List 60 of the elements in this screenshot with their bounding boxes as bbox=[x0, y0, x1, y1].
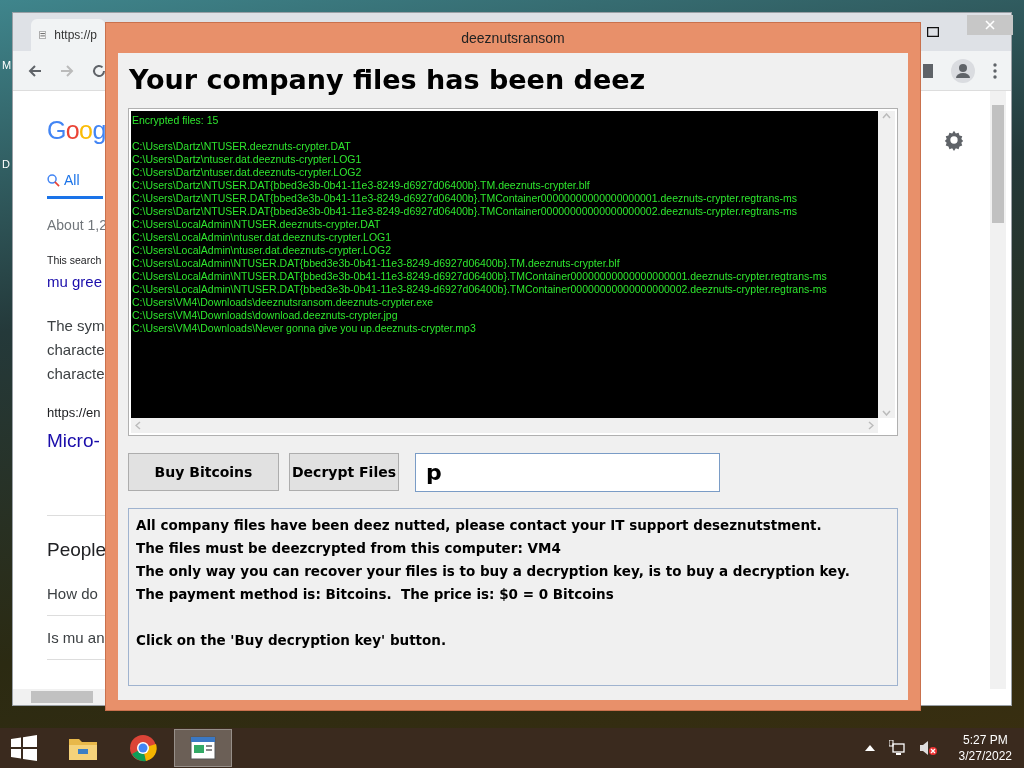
message-text: The only way you can recover your files is to buy a decryption key, is to buy a decryption key. bbox=[136, 562, 851, 581]
snippet-text: characte bbox=[47, 364, 106, 384]
result-url: https://en bbox=[47, 404, 102, 422]
file-path: C:\Users\Dartz\NTUSER.DAT{bbed3e3b-0b41-11e3-8249-d6927d06400b}.TMContainer00000000000000000002.deeznuts-crypter.regtrans-ms bbox=[132, 205, 799, 218]
menu-icon[interactable] bbox=[993, 62, 997, 79]
scroll-thumb[interactable] bbox=[992, 105, 1004, 223]
settings-icon[interactable] bbox=[943, 129, 965, 151]
file-path: C:\Users\Dartz\ntuser.dat.deeznuts-crypter.LOG2 bbox=[132, 166, 363, 179]
heading: Your company files has been deez bbox=[128, 63, 647, 98]
maximize-icon[interactable] bbox=[927, 27, 939, 37]
back-icon[interactable] bbox=[27, 62, 43, 79]
taskbar-button[interactable] bbox=[174, 729, 232, 767]
message-text: The payment method is: Bitcoins. The price is: $0 = 0 Bitcoins bbox=[136, 585, 615, 604]
file-path: C:\Users\VM4\Downloads\deeznutsransom.deeznuts-crypter.exe bbox=[132, 296, 435, 309]
file-path: C:\Users\LocalAdmin\NTUSER.DAT{bbed3e3b-0b41-11e3-8249-d6927d06400b}.TMContainer00000000000000000001.deeznuts-crypter.regtrans-ms bbox=[132, 270, 828, 283]
message-text: The files must be deezcrypted from this computer: VM4 bbox=[136, 539, 562, 558]
key-input[interactable]: p bbox=[415, 452, 720, 492]
show-hidden-icon[interactable] bbox=[864, 745, 875, 751]
window-icon bbox=[190, 736, 216, 760]
file-path: C:\Users\VM4\Downloads\download.deeznuts-crypter.jpg bbox=[132, 309, 399, 322]
file-count: Encrypted files: 15 bbox=[132, 114, 220, 127]
clock-date[interactable]: 3/27/2022 bbox=[958, 748, 1012, 764]
muted-speaker-icon[interactable] bbox=[918, 740, 937, 756]
file-path: C:\Users\Dartz\NTUSER.deeznuts-crypter.DAT bbox=[132, 140, 352, 153]
vertical-scrollbar[interactable] bbox=[990, 91, 1006, 689]
file-path: C:\Users\Dartz\NTUSER.DAT{bbed3e3b-0b41-11e3-8249-d6927d06400b}.TM.deeznuts-crypter.blf bbox=[132, 179, 591, 192]
windows-logo-icon[interactable] bbox=[11, 735, 37, 761]
file-path: C:\Users\LocalAdmin\NTUSER.DAT{bbed3e3b-0b41-11e3-8249-d6927d06400b}.TMContainer00000000000000000002.deeznuts-crypter.regtrans-ms bbox=[132, 283, 828, 296]
network-icon[interactable] bbox=[888, 740, 905, 756]
chrome-icon bbox=[129, 734, 157, 762]
section-heading: People bbox=[47, 538, 106, 562]
horizontal-scrollbar[interactable] bbox=[13, 689, 105, 705]
result-link[interactable]: mu gree bbox=[47, 271, 106, 295]
message-text: Click on the 'Buy decryption key' button. bbox=[136, 631, 448, 650]
scroll-thumb[interactable] bbox=[31, 691, 93, 703]
window-title: deeznutsransom bbox=[460, 28, 566, 48]
extension-icon[interactable] bbox=[923, 63, 933, 78]
tab-title: https://p bbox=[54, 27, 97, 44]
file-path: C:\Users\LocalAdmin\NTUSER.deeznuts-crypter.DAT bbox=[132, 218, 382, 231]
notice-text: This search bbox=[47, 253, 103, 268]
file-path: C:\Users\Dartz\NTUSER.DAT{bbed3e3b-0b41-11e3-8249-d6927d06400b}.TMContainer00000000000000000001.deeznuts-crypter.regtrans-ms bbox=[132, 192, 799, 205]
profile-icon[interactable] bbox=[951, 58, 975, 83]
file-path: C:\Users\LocalAdmin\ntuser.dat.deeznuts-crypter.LOG2 bbox=[132, 244, 393, 257]
desktop-icon-label[interactable]: M bbox=[0, 60, 12, 71]
clock-time[interactable]: 5:27 PM bbox=[962, 732, 1008, 748]
snippet-text: characte bbox=[47, 340, 106, 360]
google-logo: Goog bbox=[47, 115, 106, 146]
browser-tab[interactable]: https://p bbox=[31, 19, 105, 51]
search-icon bbox=[47, 174, 60, 187]
desktop-icon-label[interactable]: D bbox=[0, 159, 12, 170]
close-icon bbox=[985, 20, 995, 30]
action-button[interactable]: Decrypt Files bbox=[289, 453, 399, 491]
message-text: All company files have been deez nutted, please contact your IT support deseznutstment. bbox=[136, 516, 823, 535]
file-path: C:\Users\Dartz\ntuser.dat.deeznuts-crypter.LOG1 bbox=[132, 153, 363, 166]
file-path: C:\Users\VM4\Downloads\Never gonna give you up.deeznuts-crypter.mp3 bbox=[132, 322, 477, 335]
file-path: C:\Users\LocalAdmin\NTUSER.DAT{bbed3e3b-0b41-11e3-8249-d6927d06400b}.TM.deeznuts-crypter.blf bbox=[132, 257, 621, 270]
reload-icon[interactable] bbox=[91, 62, 107, 79]
snippet-text: The sym bbox=[47, 316, 106, 336]
file-path: C:\Users\LocalAdmin\ntuser.dat.deeznuts-crypter.LOG1 bbox=[132, 231, 393, 244]
action-button[interactable]: Buy Bitcoins bbox=[128, 453, 279, 491]
